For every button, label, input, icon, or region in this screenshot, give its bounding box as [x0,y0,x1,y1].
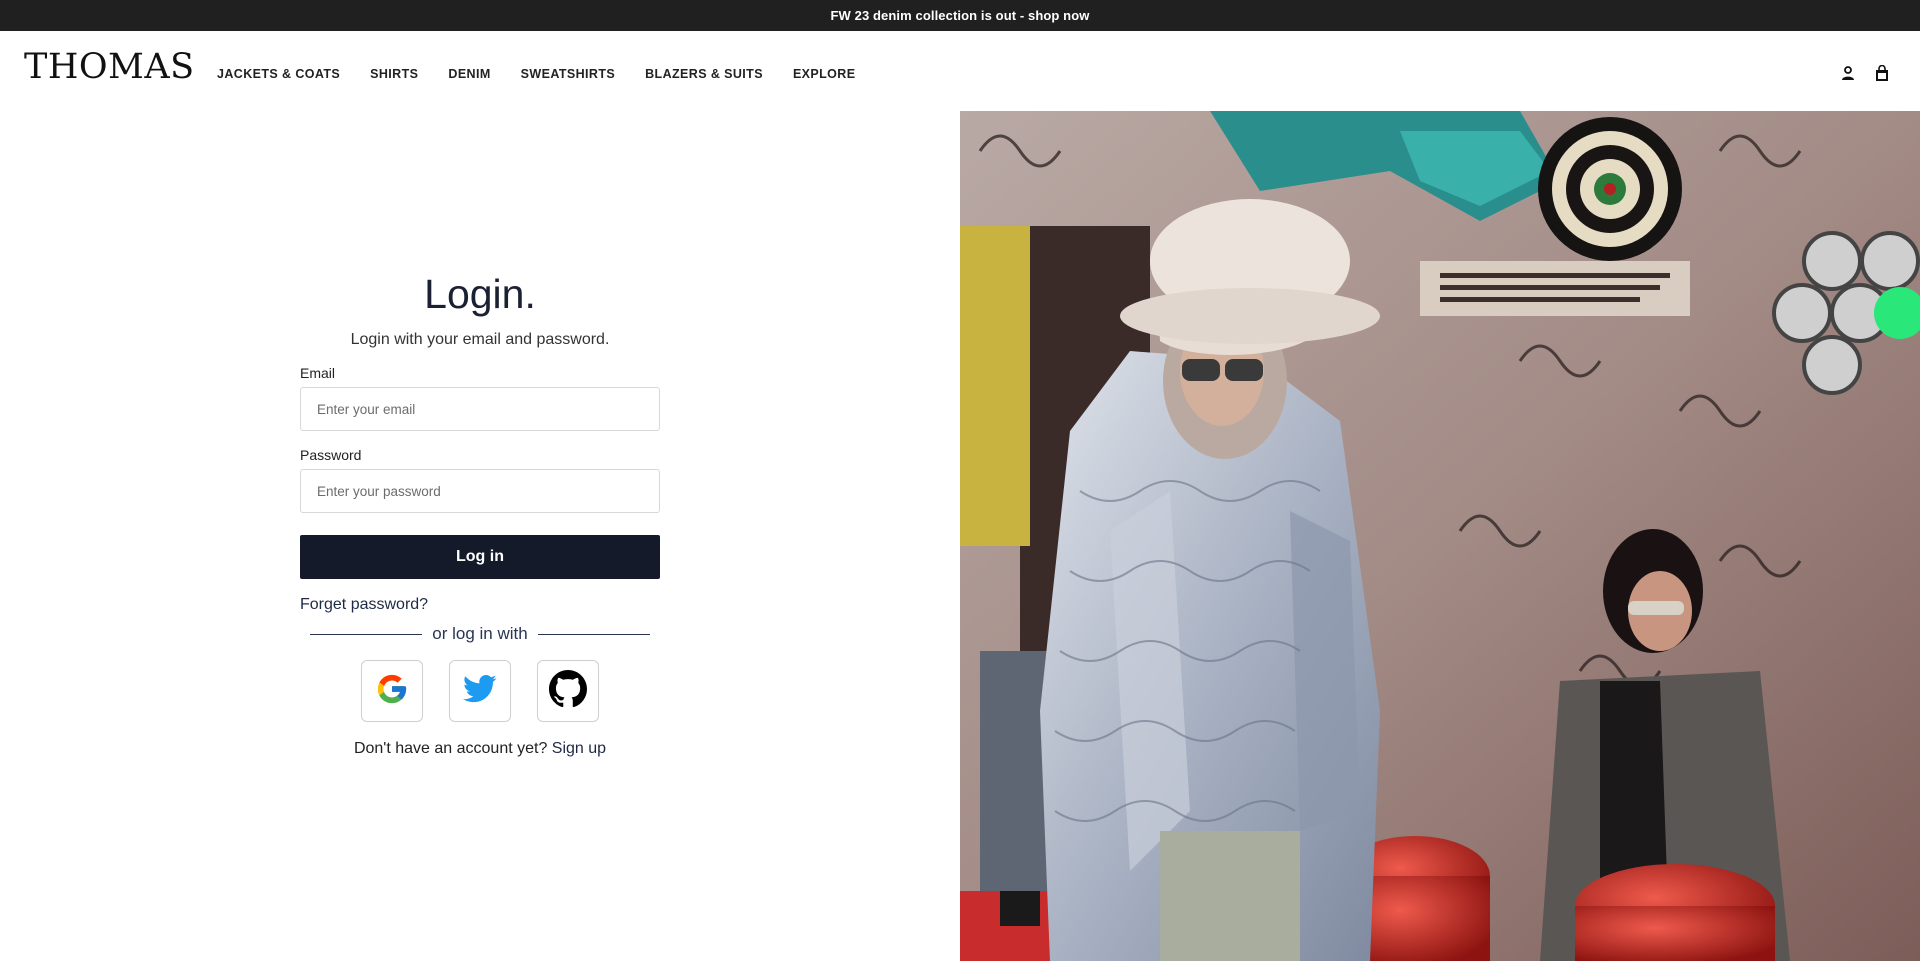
main-nav: JACKETS & COATS SHIRTS DENIM SWEATSHIRTS… [217,67,885,81]
divider-line [537,633,650,635]
user-icon[interactable] [1838,63,1858,83]
page-title: Login. [424,271,536,317]
divider-line [310,633,423,635]
site-header: THOMAS JACKETS & COATS SHIRTS DENIM SWEA… [0,31,1920,111]
nav-item-sweatshirts[interactable]: SWEATSHIRTS [521,67,615,81]
twitter-login-button[interactable] [449,660,511,722]
github-icon [549,669,587,713]
login-subtitle: Login with your email and password. [350,331,610,348]
nav-item-blazers-suits[interactable]: BLAZERS & SUITS [645,67,763,81]
announcement-bar: FW 23 denim collection is out - shop now [0,0,1920,31]
password-label: Password [300,447,362,463]
login-form: Login. Login with your email and passwor… [300,270,660,758]
email-label: Email [300,365,336,381]
nav-item-shirts[interactable]: SHIRTS [370,67,418,81]
google-icon [375,672,409,711]
nav-item-jackets-coats[interactable]: JACKETS & COATS [217,67,340,81]
password-field[interactable] [300,469,660,513]
hero-image [960,111,1920,961]
announcement-link[interactable]: FW 23 denim collection is out - shop now [831,8,1090,23]
login-button[interactable]: Log in [300,535,660,579]
google-login-button[interactable] [361,660,423,722]
divider-text: or log in with [432,624,528,643]
signup-prompt: Don't have an account yet? [353,740,548,757]
signup-link[interactable]: Sign up [552,740,606,757]
signup-row: Don't have an account yet? Sign up [300,740,660,758]
logo[interactable]: THOMAS [24,50,195,85]
forgot-password-link[interactable]: Forget password? [300,596,660,614]
or-divider: or log in with [300,624,660,644]
social-login-group [300,660,660,722]
email-field[interactable] [300,387,660,431]
nav-item-explore[interactable]: EXPLORE [793,67,856,81]
twitter-icon [463,674,497,709]
shopping-bag-icon[interactable] [1872,63,1892,83]
nav-item-denim[interactable]: DENIM [448,67,490,81]
github-login-button[interactable] [537,660,599,722]
